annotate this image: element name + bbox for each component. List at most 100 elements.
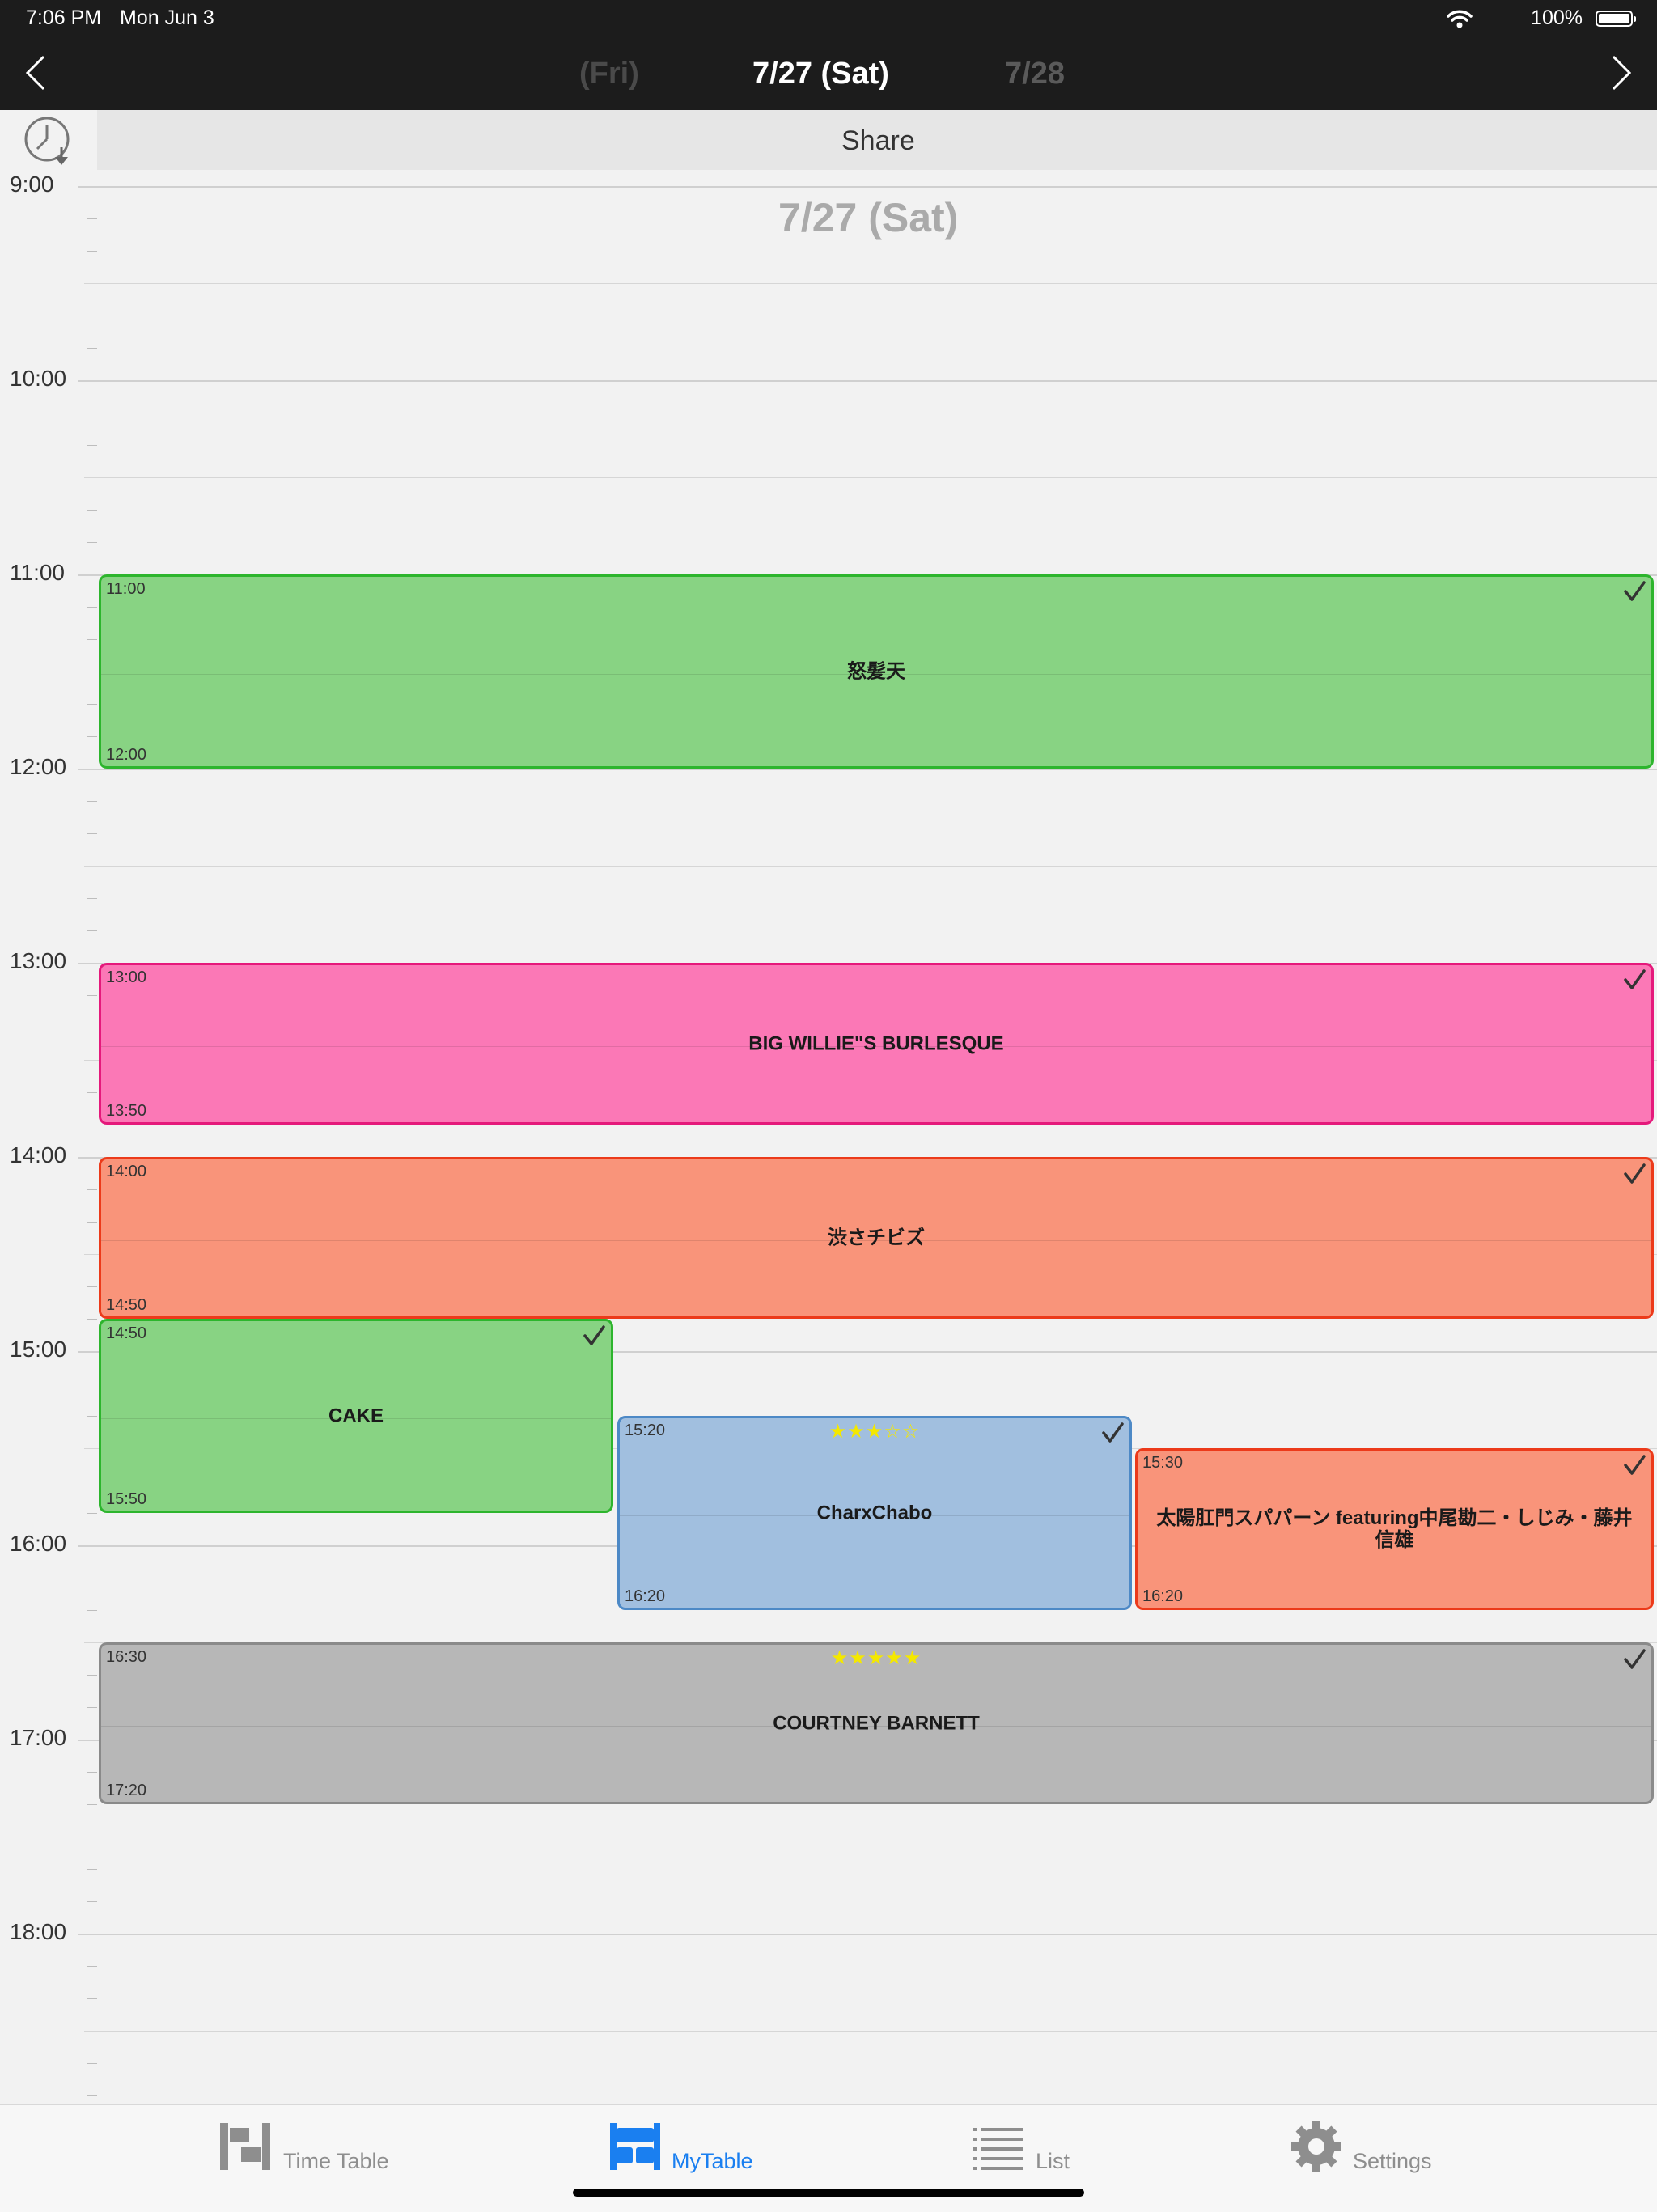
header: 7:06 PM Mon Jun 3 100% (Fri) 7/27 (Sat) … bbox=[0, 0, 1657, 110]
checkmark-icon[interactable] bbox=[1622, 580, 1646, 608]
hour-label: 13:00 bbox=[10, 948, 67, 973]
event-end-time: 13:50 bbox=[106, 1102, 147, 1120]
mytable-icon bbox=[610, 2123, 660, 2170]
minute-tick bbox=[87, 833, 97, 834]
hour-label: 10:00 bbox=[10, 366, 67, 391]
back-arrow-icon[interactable] bbox=[24, 53, 47, 92]
event-end-time: 15:50 bbox=[106, 1490, 147, 1508]
clock-download-icon[interactable] bbox=[23, 115, 74, 167]
half-hour-line bbox=[84, 477, 1657, 478]
minute-tick bbox=[87, 1675, 97, 1676]
tab-label-settings: Settings bbox=[1353, 2149, 1432, 2173]
half-hour-line bbox=[84, 283, 1657, 284]
hour-line bbox=[78, 380, 1657, 382]
minute-tick bbox=[87, 542, 97, 543]
event-name: COURTNEY BARNETT bbox=[773, 1712, 980, 1735]
event-block[interactable]: 16:30 17:20 COURTNEY BARNETT ★★★★★ bbox=[99, 1642, 1654, 1804]
minute-tick bbox=[87, 510, 97, 511]
event-start-time: 16:30 bbox=[106, 1648, 147, 1666]
hour-label: 9:00 bbox=[10, 172, 54, 197]
checkmark-icon[interactable] bbox=[1622, 1648, 1646, 1676]
hour-line bbox=[78, 1934, 1657, 1935]
event-start-time: 14:50 bbox=[106, 1324, 147, 1342]
minute-tick bbox=[87, 1092, 97, 1093]
event-end-time: 12:00 bbox=[106, 746, 147, 764]
home-indicator bbox=[573, 2189, 1084, 2197]
checkmark-icon[interactable] bbox=[1622, 1454, 1646, 1482]
minute-tick bbox=[87, 607, 97, 608]
minute-tick bbox=[87, 1610, 97, 1611]
minute-tick bbox=[87, 1222, 97, 1223]
event-start-time: 15:20 bbox=[625, 1422, 666, 1439]
minute-tick bbox=[87, 995, 97, 996]
hour-label: 11:00 bbox=[10, 560, 65, 585]
minute-tick bbox=[87, 1804, 97, 1805]
minute-tick bbox=[87, 704, 97, 705]
event-start-time: 13:00 bbox=[106, 968, 147, 986]
event-rating-stars: ★★★★★ bbox=[830, 1647, 922, 1669]
minute-tick bbox=[87, 801, 97, 802]
minute-tick bbox=[87, 2063, 97, 2064]
event-block[interactable]: 11:00 12:00 怒髪天 bbox=[99, 574, 1654, 769]
minute-tick bbox=[87, 736, 97, 737]
current-day-label: 7/27 (Sat) bbox=[752, 57, 889, 91]
hour-line bbox=[78, 769, 1657, 770]
forward-arrow-icon[interactable] bbox=[1610, 53, 1633, 92]
event-name: 太陽肛門スパパーン featuring中尾勘二・しじみ・藤井信雄 bbox=[1156, 1507, 1633, 1551]
minute-tick bbox=[87, 639, 97, 640]
minute-tick bbox=[87, 1189, 97, 1190]
tab-label-list: List bbox=[1036, 2149, 1070, 2173]
half-hour-line bbox=[84, 866, 1657, 867]
timeline[interactable]: 9:00 10:00 11:00 12:00 13:00 14:00 15:00 16:00 1… bbox=[0, 170, 1657, 2104]
checkmark-icon[interactable] bbox=[1622, 968, 1646, 997]
event-name: BIG WILLIE"S BURLESQUE bbox=[748, 1032, 1004, 1055]
checkmark-icon[interactable] bbox=[582, 1324, 606, 1353]
tab-time-table[interactable]: Time Table bbox=[218, 2105, 461, 2210]
status-date: Mon Jun 3 bbox=[120, 6, 214, 29]
share-button[interactable]: Share bbox=[841, 125, 915, 157]
event-block[interactable]: 13:00 13:50 BIG WILLIE"S BURLESQUE bbox=[99, 963, 1654, 1125]
list-icon bbox=[973, 2128, 1023, 2170]
minute-tick bbox=[87, 1998, 97, 1999]
minute-tick bbox=[87, 1869, 97, 1870]
minute-tick bbox=[87, 348, 97, 349]
minute-tick bbox=[87, 1966, 97, 1967]
minute-tick bbox=[87, 218, 97, 219]
event-block[interactable]: 15:20 16:20 CharxChabo ★★★☆☆ bbox=[617, 1416, 1132, 1610]
hour-label: 14:00 bbox=[10, 1142, 67, 1167]
wifi-icon bbox=[1447, 10, 1473, 28]
timetable-icon bbox=[220, 2123, 270, 2170]
battery-icon bbox=[1596, 11, 1636, 27]
prev-day-label[interactable]: (Fri) bbox=[579, 57, 639, 91]
next-day-label[interactable]: 7/28 bbox=[1005, 57, 1065, 91]
minute-tick bbox=[87, 1901, 97, 1902]
hour-label: 18:00 bbox=[10, 1919, 67, 1944]
minute-tick bbox=[87, 1416, 97, 1417]
event-rating-stars: ★★★☆☆ bbox=[828, 1421, 921, 1443]
event-name: CharxChabo bbox=[816, 1502, 933, 1524]
event-start-time: 11:00 bbox=[106, 580, 146, 598]
minute-tick bbox=[87, 1772, 97, 1773]
minute-tick bbox=[87, 1286, 97, 1287]
event-end-time: 16:20 bbox=[625, 1587, 666, 1605]
minute-tick bbox=[87, 1707, 97, 1708]
event-name: 渋さチビズ bbox=[828, 1227, 925, 1249]
status-time: 7:06 PM bbox=[26, 6, 102, 29]
event-end-time: 14:50 bbox=[106, 1296, 147, 1314]
tab-settings[interactable]: Settings bbox=[1290, 2105, 1500, 2210]
checkmark-icon[interactable] bbox=[1100, 1422, 1125, 1450]
battery-percent: 100% bbox=[1531, 6, 1583, 29]
tab-label-time-table: Time Table bbox=[283, 2149, 389, 2173]
event-block[interactable]: 15:30 16:20 太陽肛門スパパーン featuring中尾勘二・しじみ・藤井… bbox=[1135, 1448, 1654, 1610]
minute-tick bbox=[87, 898, 97, 899]
hour-line bbox=[78, 186, 1657, 188]
minute-tick bbox=[87, 1513, 97, 1514]
event-block[interactable]: 14:50 15:50 CAKE bbox=[99, 1319, 613, 1513]
tab-label-mytable: MyTable bbox=[672, 2149, 753, 2173]
minute-tick bbox=[87, 1319, 97, 1320]
minute-tick bbox=[87, 445, 97, 446]
checkmark-icon[interactable] bbox=[1622, 1163, 1646, 1191]
event-block[interactable]: 14:00 14:50 渋さチビズ bbox=[99, 1157, 1654, 1319]
event-name: 怒髪天 bbox=[847, 660, 905, 683]
event-end-time: 17:20 bbox=[106, 1782, 147, 1799]
